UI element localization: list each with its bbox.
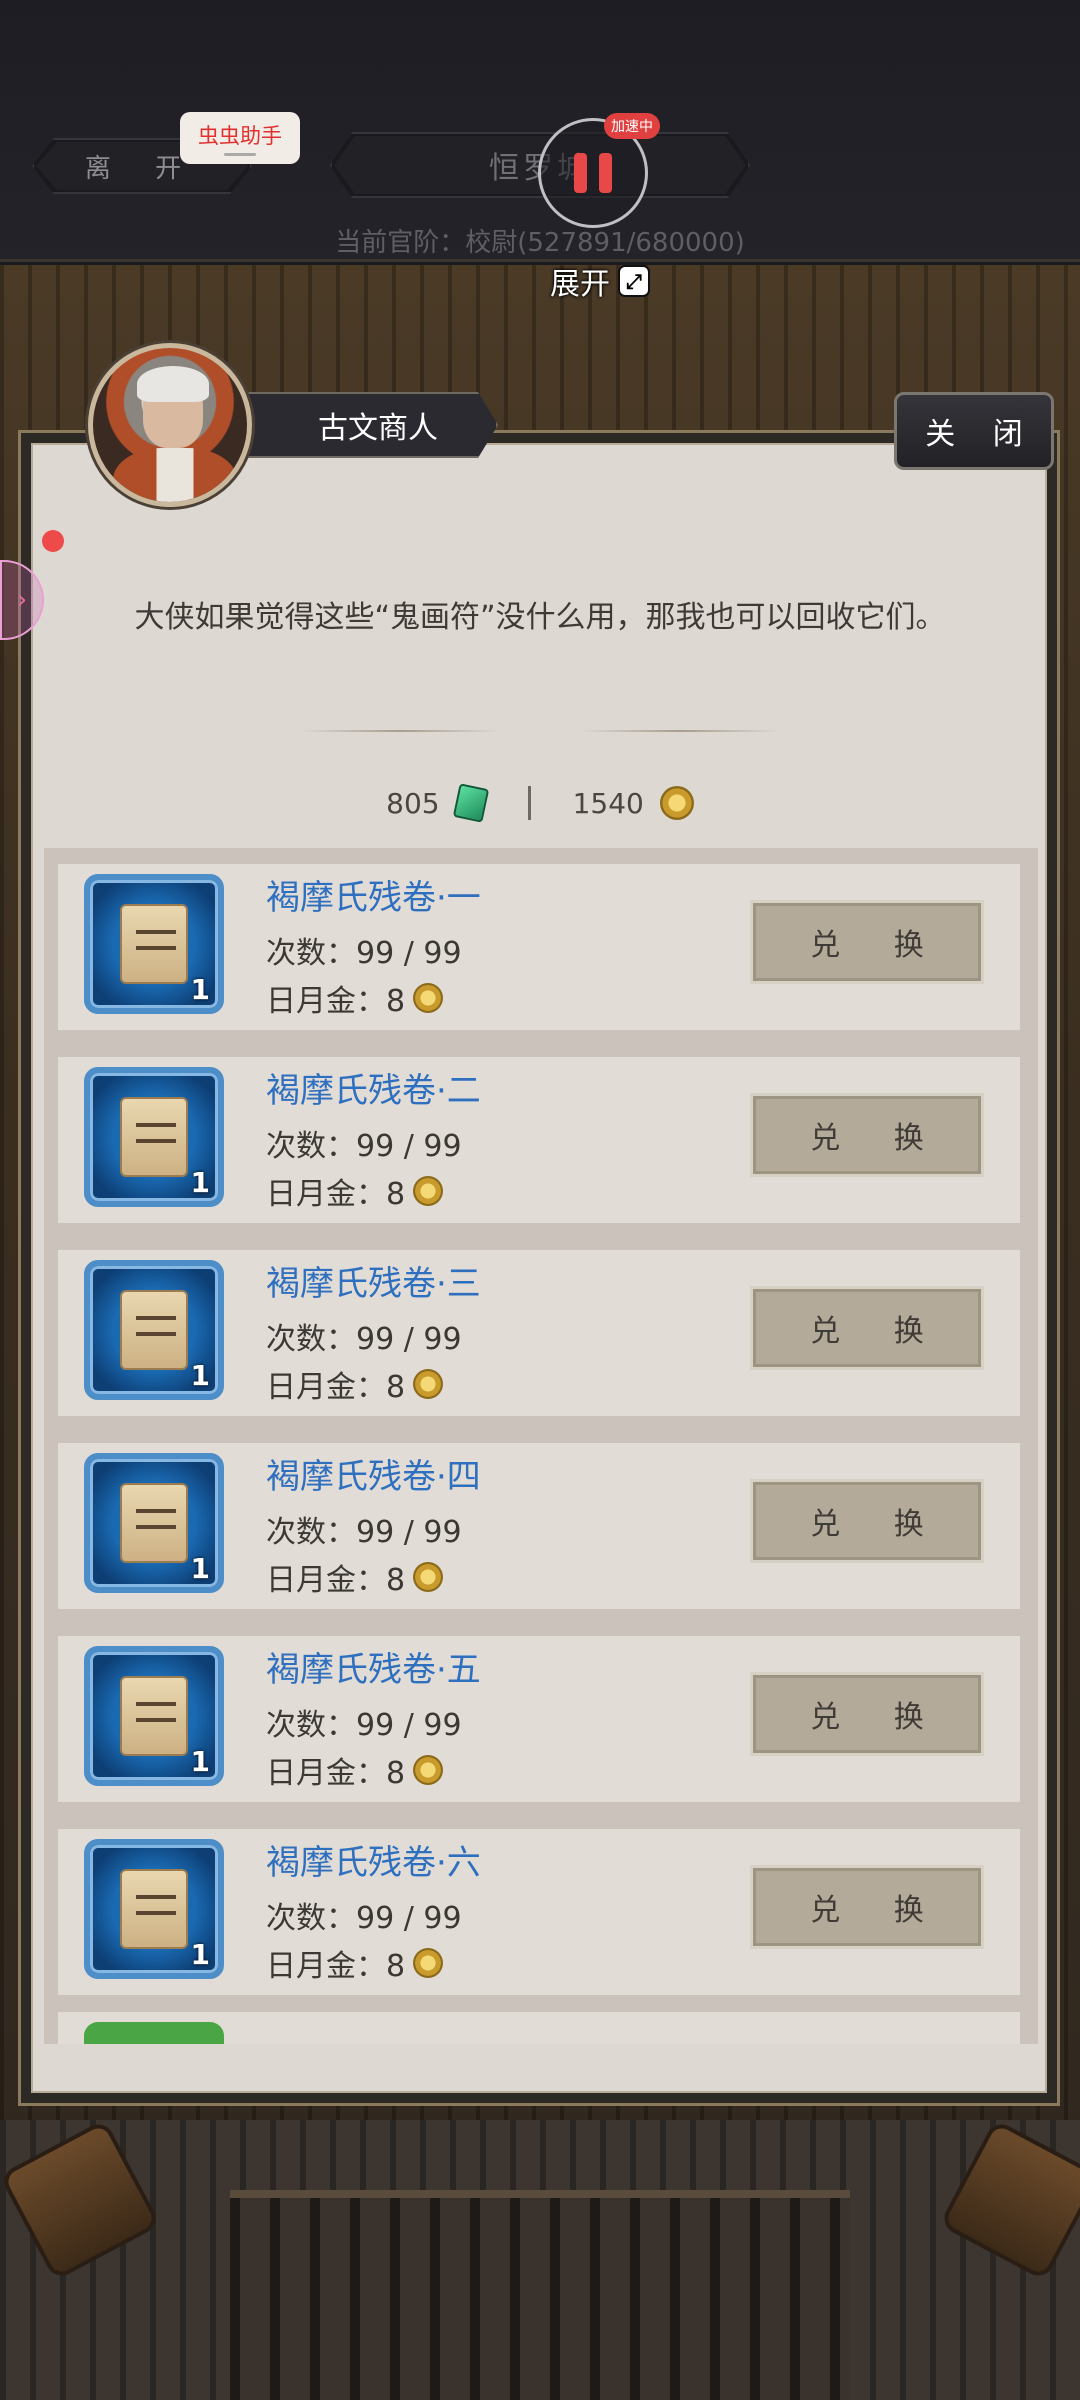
- item-cost-label: 日月金：8: [266, 1949, 406, 1984]
- scroll-icon: [120, 904, 188, 984]
- gold-amount: 1540: [572, 786, 644, 820]
- item-cost-label: 日月金：8: [266, 1756, 406, 1791]
- item-cost: 日月金：8: [266, 976, 444, 1020]
- expand-button[interactable]: 展开 ⤢: [542, 260, 658, 302]
- scroll-item-icon[interactable]: 1: [84, 1646, 224, 1786]
- currency-separator: [527, 786, 531, 820]
- list-item-partial: [58, 2012, 1020, 2044]
- item-cost-label: 日月金：8: [266, 1370, 406, 1405]
- scroll-item-icon[interactable]: 1: [84, 1453, 224, 1593]
- top-bar: 离 开 恒罗城 当前官阶：校尉(527891/680000): [0, 0, 1080, 262]
- exchange-button[interactable]: 兑 换: [750, 1865, 984, 1949]
- item-times: 次数：99 / 99: [266, 1129, 462, 1164]
- scroll-item-icon[interactable]: 1: [84, 1067, 224, 1207]
- item-cost-label: 日月金：8: [266, 1563, 406, 1598]
- scroll-icon: [120, 1676, 188, 1756]
- item-name: 褐摩氏残卷·二: [266, 1071, 481, 1111]
- scroll-icon: [120, 1483, 188, 1563]
- speed-badge: 加速中: [604, 113, 660, 139]
- gold-coin-icon: [413, 1948, 444, 1978]
- item-times: 次数：99 / 99: [266, 1515, 462, 1550]
- expand-icon: ⤢: [618, 265, 650, 297]
- item-times: 次数：99 / 99: [266, 1901, 462, 1936]
- npc-name: 古文商人: [238, 392, 498, 458]
- item-count: 1: [190, 1166, 210, 1199]
- gold-coin-icon: [659, 786, 694, 820]
- item-times: 次数：99 / 99: [266, 1708, 462, 1743]
- gold-coin-icon: [413, 1562, 444, 1592]
- scroll-icon: [120, 1097, 188, 1177]
- gold-coin-icon: [413, 1176, 444, 1206]
- pause-icon: [574, 153, 587, 193]
- item-count: 1: [190, 973, 210, 1006]
- scroll-item-icon[interactable]: 1: [84, 1260, 224, 1400]
- exchange-button[interactable]: 兑 换: [750, 1479, 984, 1563]
- scroll-icon: [120, 1290, 188, 1370]
- item-cost-label: 日月金：8: [266, 984, 406, 1019]
- item-cost: 日月金：8: [266, 1169, 444, 1213]
- close-button[interactable]: 关 闭: [894, 392, 1054, 470]
- item-name: 褐摩氏残卷·三: [266, 1264, 481, 1304]
- exchange-button[interactable]: 兑 换: [750, 900, 984, 984]
- npc-robe: [113, 448, 237, 502]
- npc-portrait: [88, 343, 252, 507]
- divider-right: [580, 730, 780, 732]
- exchange-button[interactable]: 兑 换: [750, 1093, 984, 1177]
- expand-label: 展开: [550, 267, 610, 302]
- item-cost: 日月金：8: [266, 1941, 444, 1985]
- item-count: 1: [190, 1938, 210, 1971]
- npc-message: 大侠如果觉得这些“鬼画符”没什么用，那我也可以回收它们。: [134, 600, 946, 635]
- list-item: 1 褐摩氏残卷·四 次数：99 / 99 日月金：8 兑 换: [58, 1443, 1020, 1609]
- item-name: 褐摩氏残卷·一: [266, 878, 481, 918]
- npc-hair: [137, 366, 209, 402]
- notification-dot: [42, 530, 64, 552]
- item-count: 1: [190, 1745, 210, 1778]
- item-cost: 日月金：8: [266, 1555, 444, 1599]
- scene-gate: [230, 2190, 850, 2400]
- item-times: 次数：99 / 99: [266, 936, 462, 971]
- jade-amount: 805: [386, 786, 440, 820]
- item-name: 褐摩氏残卷·四: [266, 1457, 481, 1497]
- item-icon-partial: [84, 2022, 224, 2044]
- item-cost-label: 日月金：8: [266, 1177, 406, 1212]
- exchange-list[interactable]: 1 褐摩氏残卷·一 次数：99 / 99 日月金：8 兑 换 1 褐摩氏残卷·二…: [44, 848, 1038, 2044]
- gold-coin-icon: [413, 1755, 444, 1785]
- divider-left: [300, 730, 500, 732]
- list-item: 1 褐摩氏残卷·二 次数：99 / 99 日月金：8 兑 换: [58, 1057, 1020, 1223]
- item-times: 次数：99 / 99: [266, 1322, 462, 1357]
- helper-tag[interactable]: 虫虫助手: [180, 112, 300, 164]
- list-item: 1 褐摩氏残卷·一 次数：99 / 99 日月金：8 兑 换: [58, 864, 1020, 1030]
- exchange-button[interactable]: 兑 换: [750, 1286, 984, 1370]
- list-item: 1 褐摩氏残卷·六 次数：99 / 99 日月金：8 兑 换: [58, 1829, 1020, 1995]
- item-name: 褐摩氏残卷·六: [266, 1843, 481, 1883]
- exchange-button[interactable]: 兑 换: [750, 1672, 984, 1756]
- list-item: 1 褐摩氏残卷·五 次数：99 / 99 日月金：8 兑 换: [58, 1636, 1020, 1802]
- helper-label: 虫虫助手: [198, 124, 282, 148]
- item-name: 褐摩氏残卷·五: [266, 1650, 481, 1690]
- jade-currency-icon: [452, 783, 489, 823]
- item-count: 1: [190, 1552, 210, 1585]
- gold-coin-icon: [413, 983, 444, 1013]
- rank-text: 当前官阶：校尉(527891/680000): [335, 228, 745, 258]
- scroll-icon: [120, 1869, 188, 1949]
- pause-icon-bar: [599, 153, 612, 193]
- currency-row: 805 1540: [0, 778, 1080, 828]
- scroll-item-icon[interactable]: 1: [84, 1839, 224, 1979]
- chevron-right-icon: ›: [16, 585, 28, 615]
- scroll-item-icon[interactable]: 1: [84, 874, 224, 1014]
- gold-coin-icon: [413, 1369, 444, 1399]
- item-cost: 日月金：8: [266, 1748, 444, 1792]
- list-item: 1 褐摩氏残卷·三 次数：99 / 99 日月金：8 兑 换: [58, 1250, 1020, 1416]
- item-count: 1: [190, 1359, 210, 1392]
- item-cost: 日月金：8: [266, 1362, 444, 1406]
